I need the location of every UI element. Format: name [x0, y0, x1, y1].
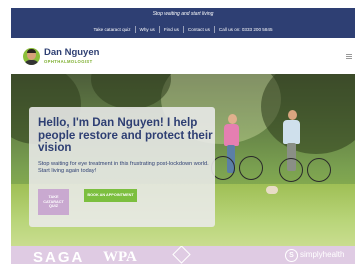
tagline: Stop waiting and start living [152, 11, 214, 17]
diamond-logo-icon [172, 246, 191, 264]
top-bar: Stop waiting and start living Take catar… [11, 8, 355, 38]
nav-find-us-link[interactable]: Find us [164, 27, 179, 32]
saga-logo: SAGA [33, 249, 85, 264]
tree-foliage [91, 74, 171, 109]
partner-logos-bar: SAGA WPA S simplyhealth [11, 246, 355, 264]
avatar[interactable] [23, 48, 40, 65]
nav-cataract-quiz-link[interactable]: Take cataract quiz [93, 27, 130, 32]
bicycle-wheel [307, 158, 331, 182]
brand-name[interactable]: Dan Nguyen [44, 47, 99, 58]
bicycle-wheel [239, 156, 263, 180]
top-navigation: Take cataract quiz Why us Find us Contac… [11, 26, 355, 33]
menu-line [346, 56, 352, 57]
brand-role: OPHTHALMOLOGIST [44, 59, 93, 64]
hero-section: Hello, I'm Dan Nguyen! I help people res… [11, 74, 355, 246]
menu-line [346, 58, 352, 59]
avatar-shirt [24, 60, 39, 65]
tree-foliage [261, 74, 355, 154]
avatar-hair [27, 49, 36, 53]
wpa-logo: WPA [103, 249, 137, 264]
dog [266, 186, 278, 194]
book-appointment-button[interactable]: BOOK AN APPOINTMENT [84, 189, 137, 202]
nav-divider [158, 26, 160, 33]
nav-divider [182, 26, 184, 33]
cyclist-top [224, 124, 239, 146]
simplyhealth-mark-icon: S [285, 249, 298, 262]
cyclist-head [228, 114, 237, 124]
nav-phone-link[interactable]: Call us on: 0333 200 5845 [219, 27, 273, 32]
browser-viewport: Stop waiting and start living Take catar… [11, 8, 355, 264]
take-cataract-quiz-button[interactable]: TAKE CATARACT QUIZ [38, 189, 69, 215]
menu-line [346, 54, 352, 55]
nav-divider [134, 26, 136, 33]
hero-subtext: Stop waiting for eye treatment in this f… [38, 161, 209, 174]
hero-heading: Hello, I'm Dan Nguyen! I help people res… [38, 116, 213, 154]
hamburger-menu-icon[interactable] [346, 54, 352, 59]
hero-card: Hello, I'm Dan Nguyen! I help people res… [29, 107, 215, 227]
nav-contact-us-link[interactable]: Contact us [188, 27, 210, 32]
cyclist-top [283, 120, 300, 144]
simplyhealth-logo: simplyhealth [300, 250, 345, 259]
bicycle-wheel [279, 158, 303, 182]
nav-why-us-link[interactable]: Why us [140, 27, 155, 32]
cyclist-head [288, 110, 297, 120]
nav-divider [213, 26, 215, 33]
site-header: Dan Nguyen OPHTHALMOLOGIST [11, 38, 355, 74]
